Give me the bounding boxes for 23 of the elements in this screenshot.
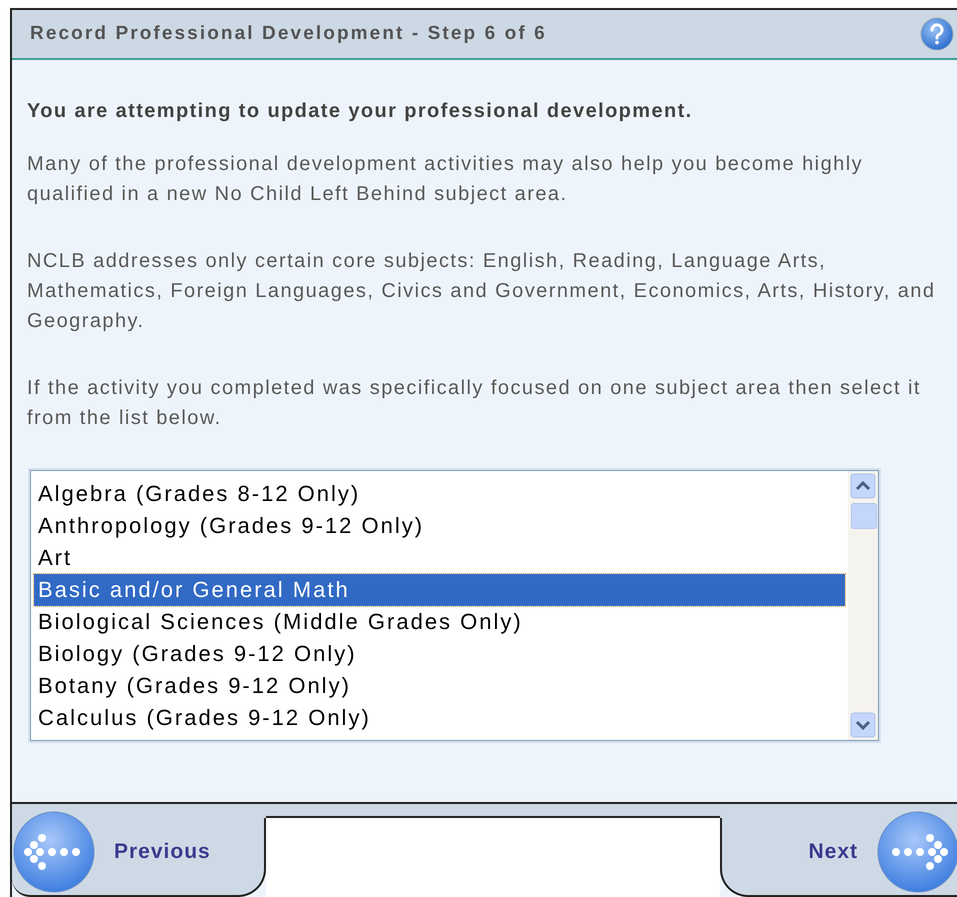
- window-title: Record Professional Development - Step 6 of 6: [30, 23, 547, 45]
- arrow-right-icon: [876, 810, 957, 894]
- paragraph-text: If the activity you completed was specifically focused on one subject area then select it from the list below.: [27, 376, 922, 431]
- heading-text: You are attempting to update your professional development.: [27, 100, 694, 123]
- list-item[interactable]: Basic and/or General Math: [34, 574, 845, 606]
- list-item[interactable]: Calculus (Grades 9-12 Only): [34, 702, 845, 734]
- scroll-down-icon[interactable]: [850, 712, 876, 738]
- scrollbar[interactable]: [848, 471, 878, 740]
- paragraph-text: Many of the professional development activities may also help you become highly qualified in a new No Child Left Behind subject area.: [27, 152, 864, 207]
- help-icon[interactable]: [920, 17, 954, 51]
- list-item[interactable]: Biology (Grades 9-12 Only): [34, 638, 845, 670]
- scroll-up-icon[interactable]: [850, 473, 876, 499]
- previous-button[interactable]: Previous: [12, 810, 211, 894]
- list-item[interactable]: Anthropology (Grades 9-12 Only): [34, 510, 845, 542]
- arrow-left-icon: [12, 810, 96, 894]
- scroll-thumb[interactable]: [851, 503, 877, 529]
- list-item[interactable]: Art: [34, 542, 845, 574]
- list-item[interactable]: Biological Sciences (Middle Grades Only): [34, 606, 845, 638]
- list-item[interactable]: Algebra (Grades 8-12 Only): [34, 478, 845, 510]
- subject-list[interactable]: [30, 470, 879, 741]
- paragraph-text: NCLB addresses only certain core subjects: English, Reading, Language Arts, Mathematics, Foreign Languages, Civics and Government, Economics, Arts, History, and Geography.: [27, 249, 936, 334]
- next-button[interactable]: Next: [808, 810, 957, 894]
- list-item[interactable]: Botany (Grades 9-12 Only): [34, 670, 845, 702]
